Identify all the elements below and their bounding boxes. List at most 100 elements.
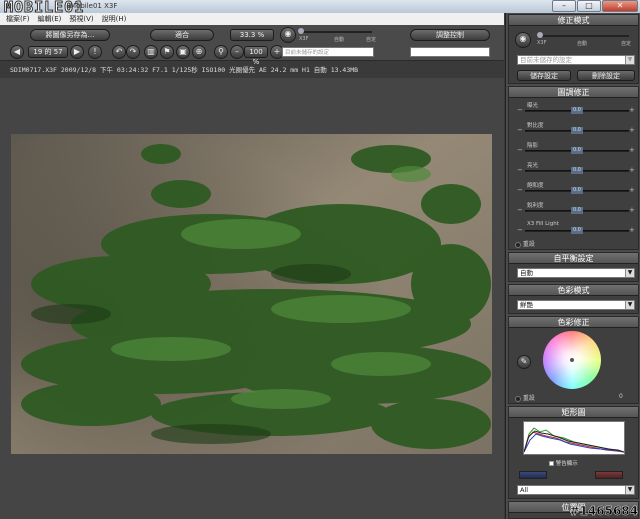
plus-icon[interactable]: + <box>629 166 635 174</box>
slider-sharpness[interactable]: 銳利度 − 0.0 + <box>517 203 635 217</box>
menu-file[interactable]: 檔案(F) <box>6 13 30 25</box>
minus-icon[interactable]: − <box>517 106 523 114</box>
delete-settings-button[interactable]: 刪除設定 <box>577 70 635 81</box>
image-canvas[interactable] <box>0 78 504 519</box>
white-balance-title: 自平衡設定 <box>509 253 638 264</box>
slider-shadow[interactable]: 陰影 − 0.0 + <box>517 143 635 157</box>
image-counter: 19 的 57 <box>28 46 68 58</box>
minus-icon[interactable]: − <box>517 126 523 134</box>
chevron-down-icon: ▼ <box>625 269 634 277</box>
mode-slider[interactable] <box>298 28 372 34</box>
preset-dropdown-label: 目前未儲存的設定 <box>285 50 330 56</box>
title-bar: MOBILE01 Mobile01 X3F – □ ✕ <box>0 0 640 15</box>
next-image-button[interactable]: ▶ <box>70 45 84 59</box>
reset-icon <box>515 241 521 248</box>
preset-dropdown[interactable]: 目前未儲存的設定 <box>282 47 374 57</box>
rotate-right-icon[interactable]: ↷ <box>126 45 140 59</box>
mode-slider-knob[interactable] <box>298 28 304 34</box>
color-wheel-marker[interactable] <box>570 358 574 362</box>
close-button[interactable]: ✕ <box>602 0 638 12</box>
menu-view[interactable]: 預視(V) <box>69 13 93 25</box>
maximize-button[interactable]: □ <box>577 0 601 12</box>
window-title: Mobile01 X3F <box>70 2 118 10</box>
compare-icon[interactable]: ⊕ <box>192 45 206 59</box>
white-balance-value: 自動 <box>520 269 533 277</box>
right-panel: 修正模式 ◉ X3F 自動 自定 目前未儲存的設定 ▼ 儲存設定 刪除設定 圖調修… <box>505 13 640 519</box>
mode-label-custom: 自定 <box>366 37 377 43</box>
save-settings-button[interactable]: 儲存設定 <box>517 70 571 81</box>
minus-icon[interactable]: − <box>517 226 523 234</box>
toolbar: 將圖像另存為… 適合 33.3 % ◉ X3F 自動 自定 調整控制 ◀ 19 … <box>0 25 504 66</box>
zoom-out-button[interactable]: – <box>230 45 244 59</box>
white-point-slider[interactable] <box>595 471 623 479</box>
histogram-warning[interactable]: 警告顯示 <box>549 459 578 467</box>
photo-preview <box>11 134 492 454</box>
lock-icon[interactable]: ▣ <box>176 45 190 59</box>
mode-preset-dropdown[interactable]: 目前未儲存的設定 ▼ <box>517 55 635 65</box>
white-balance-dropdown[interactable]: 自動 ▼ <box>517 268 635 278</box>
zoom-level-display[interactable]: 33.3 % <box>230 29 274 41</box>
reset-icon <box>515 395 521 402</box>
checkbox[interactable] <box>549 461 554 466</box>
minimize-button[interactable]: – <box>552 0 576 12</box>
tone-adjust-title: 圖調修正 <box>509 87 638 98</box>
minus-icon[interactable]: − <box>517 166 523 174</box>
color-mode-section: 色彩模式 鮮艷 ▼ <box>508 284 639 314</box>
mode-panel-knob[interactable] <box>537 32 543 38</box>
delete-icon[interactable]: ▥ <box>144 45 158 59</box>
minus-icon[interactable]: − <box>517 206 523 214</box>
plus-icon[interactable]: + <box>629 146 635 154</box>
minus-icon[interactable]: − <box>517 146 523 154</box>
save-image-as-button[interactable]: 將圖像另存為… <box>30 29 110 41</box>
color-mode-dropdown[interactable]: 鮮艷 ▼ <box>517 300 635 310</box>
slider-value: 0.0 <box>571 107 583 114</box>
search-input[interactable] <box>410 47 490 57</box>
slider-highlight[interactable]: 亮光 − 0.0 + <box>517 163 635 177</box>
plus-icon[interactable]: + <box>629 226 635 234</box>
correction-mode-section: 修正模式 ◉ X3F 自動 自定 目前未儲存的設定 ▼ 儲存設定 刪除設定 <box>508 14 639 84</box>
chevron-down-icon: ▼ <box>625 301 634 309</box>
slider-label: 對比度 <box>527 123 544 129</box>
fit-button[interactable]: 適合 <box>150 29 214 41</box>
histogram-channel-dropdown[interactable]: All ▼ <box>517 485 635 495</box>
slider-label: 飽和度 <box>527 183 544 189</box>
color-reset[interactable]: 重設 <box>515 393 535 402</box>
color-adjust-title: 色彩修正 <box>509 317 638 328</box>
chevron-down-icon: ▼ <box>625 486 634 494</box>
flag-icon[interactable]: ⚑ <box>160 45 174 59</box>
slider-exposure[interactable]: 曝光 − 0.0 + <box>517 103 635 117</box>
chevron-down-icon: ▼ <box>625 56 634 64</box>
plus-icon[interactable]: + <box>629 126 635 134</box>
black-point-slider[interactable] <box>519 471 547 479</box>
tone-reset[interactable]: 重設 <box>515 239 535 248</box>
zoom-secondary-display[interactable]: 100 % <box>244 46 268 66</box>
slider-saturation[interactable]: 飽和度 − 0.0 + <box>517 183 635 197</box>
histogram-title: 矩形圖 <box>509 407 638 418</box>
color-adjust-section: 色彩修正 ✎ 重設 0 <box>508 316 639 404</box>
histogram-warning-label: 警告顯示 <box>555 461 578 467</box>
plus-icon[interactable]: + <box>629 186 635 194</box>
menu-edit[interactable]: 編輯(E) <box>38 13 62 25</box>
slider-label: 陰影 <box>527 143 539 149</box>
mode-icon[interactable]: ◉ <box>280 27 296 43</box>
plus-icon[interactable]: + <box>629 206 635 214</box>
adjust-control-button[interactable]: 調整控制 <box>410 29 490 41</box>
info-button[interactable]: ! <box>88 45 102 59</box>
prev-image-button[interactable]: ◀ <box>10 45 24 59</box>
color-wheel[interactable] <box>543 331 601 389</box>
slider-fill-light[interactable]: X3 Fill Light − 0.0 + <box>517 221 635 237</box>
plus-icon[interactable]: + <box>629 106 635 114</box>
histogram-section: 矩形圖 警告顯示 All ▼ <box>508 406 639 499</box>
slider-label: 銳利度 <box>527 203 544 209</box>
eyedropper-icon[interactable]: ✎ <box>517 355 531 369</box>
magnify-icon[interactable]: ⚲ <box>214 45 228 59</box>
minus-icon[interactable]: − <box>517 186 523 194</box>
mode-panel-icon[interactable]: ◉ <box>515 32 531 48</box>
color-reset-label: 重設 <box>522 395 535 402</box>
mode-panel-slider[interactable] <box>537 32 629 38</box>
menu-help[interactable]: 說明(H) <box>102 13 127 25</box>
rotate-left-icon[interactable]: ↶ <box>112 45 126 59</box>
slider-contrast[interactable]: 對比度 − 0.0 + <box>517 123 635 137</box>
color-mode-value: 鮮艷 <box>520 301 533 309</box>
mode-label-auto: 自動 <box>334 37 345 43</box>
